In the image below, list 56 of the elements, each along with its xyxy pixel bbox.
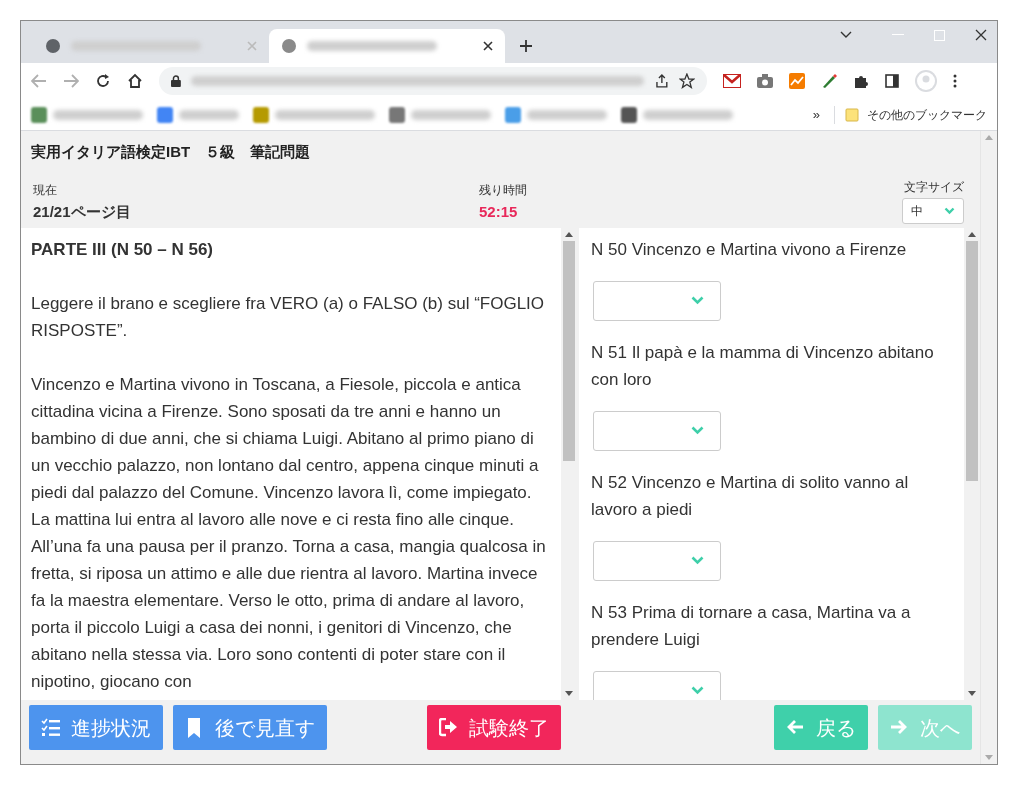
reload-icon[interactable] bbox=[95, 73, 111, 89]
other-bookmarks-folder[interactable]: その他のブックマーク bbox=[834, 105, 987, 124]
pen-icon[interactable] bbox=[821, 73, 837, 89]
star-icon[interactable] bbox=[679, 73, 695, 89]
chevron-down-icon bbox=[691, 426, 704, 435]
camera-icon[interactable] bbox=[757, 74, 773, 88]
side-panel-icon[interactable] bbox=[885, 74, 899, 88]
page-counter: 21/21ページ目 bbox=[33, 202, 132, 222]
question-text: N 52 Vincenzo e Martina di solito vanno al lavoro a piedi bbox=[591, 471, 910, 521]
bookmark-item[interactable] bbox=[157, 106, 239, 123]
remaining-time: 52:15 bbox=[479, 202, 519, 222]
bookmark-item[interactable] bbox=[389, 106, 491, 123]
checklist-icon bbox=[41, 717, 61, 738]
puzzle-icon[interactable] bbox=[853, 73, 869, 89]
scroll-thumb[interactable] bbox=[563, 240, 575, 461]
close-icon[interactable] bbox=[483, 41, 493, 51]
scroll-down-icon[interactable] bbox=[968, 690, 976, 696]
font-size-select[interactable]: 中 bbox=[902, 197, 964, 224]
bookmark-item[interactable] bbox=[621, 106, 733, 123]
instruction-text: Leggere il brano e scegliere fra VERO (a) o FALSO (b) sul “FOGLIO RISPOSTE”. bbox=[31, 292, 546, 342]
more-bookmarks-button[interactable]: » bbox=[812, 104, 820, 125]
scroll-up-icon[interactable] bbox=[968, 231, 976, 237]
bookmark-button[interactable]: 後で見直す bbox=[173, 705, 327, 750]
mail-icon[interactable] bbox=[723, 74, 741, 88]
back-arrow-icon[interactable] bbox=[31, 74, 47, 88]
lock-icon bbox=[171, 75, 181, 87]
share-icon[interactable] bbox=[653, 73, 670, 89]
home-icon[interactable] bbox=[127, 73, 143, 89]
folder-icon bbox=[845, 107, 859, 122]
passage-text: Vincenzo e Martina vivono in Toscana, a Fiesole, piccola e antica cittadina vicina a Firenze. Sono sposati da tre anni e hanno un bambino di due anni, che si chiama Luigi. Abitano al primo piano di un vecchio palazzo, non lontano dal centro, appena cinque minuti a piedi dal palazzo del Comune. Vincenzo lavora lì, come impiegato. La mattina lui entra al lavoro alle nove e ci resta fino alle cinque. All’una fa una pausa per il pranzo. Torna a casa, mangia qualcosa in fretta, si riposa un attimo e alle due rientra al lavoro. Martina invece fa la maestra elementare. Verso le otto, prima di andare al lavoro, porta il piccolo Luigi a casa dei nonni, i genitori di Vincenzo, che abitano nella stessa via. Loro sono contenti di poter stare con il nipotino, giocano con bbox=[31, 373, 547, 693]
chevron-down-icon[interactable] bbox=[840, 31, 852, 39]
chevron-down-icon bbox=[691, 296, 704, 305]
progress-button[interactable]: 進捗状況 bbox=[29, 705, 163, 750]
scroll-up-icon[interactable] bbox=[565, 231, 573, 237]
question-text: N 50 Vincenzo e Martina vivono a Firenze bbox=[591, 238, 908, 261]
chevron-down-icon bbox=[944, 206, 955, 215]
current-label: 現在 bbox=[33, 182, 58, 199]
bookmark-item[interactable] bbox=[31, 106, 143, 123]
font-size-label: 文字サイズ bbox=[904, 178, 964, 196]
blurred-text bbox=[179, 109, 239, 120]
exit-icon bbox=[439, 717, 459, 738]
question-text: N 51 Il papà e la mamma di Vincenzo abitano con loro bbox=[591, 341, 935, 391]
more-icon[interactable] bbox=[953, 74, 957, 88]
exam-title: 実用イタリア語検定IBT ５級 筆記問題 bbox=[31, 142, 312, 162]
question-text: N 53 Prima di tornare a casa, Martina va a prendere Luigi bbox=[591, 601, 912, 651]
chart-icon[interactable] bbox=[789, 73, 805, 89]
forward-arrow-icon[interactable] bbox=[63, 74, 79, 88]
chevron-down-icon bbox=[691, 556, 704, 565]
plus-icon[interactable] bbox=[519, 39, 533, 53]
section-heading: PARTE III (N 50 – N 56) bbox=[31, 238, 214, 261]
scroll-down-icon[interactable] bbox=[565, 690, 573, 696]
finish-exam-button[interactable]: 試験終了 bbox=[427, 705, 561, 750]
time-label: 残り時間 bbox=[479, 182, 528, 199]
close-icon[interactable] bbox=[975, 29, 987, 41]
scroll-thumb[interactable] bbox=[966, 240, 978, 481]
chevron-down-icon bbox=[691, 686, 704, 695]
